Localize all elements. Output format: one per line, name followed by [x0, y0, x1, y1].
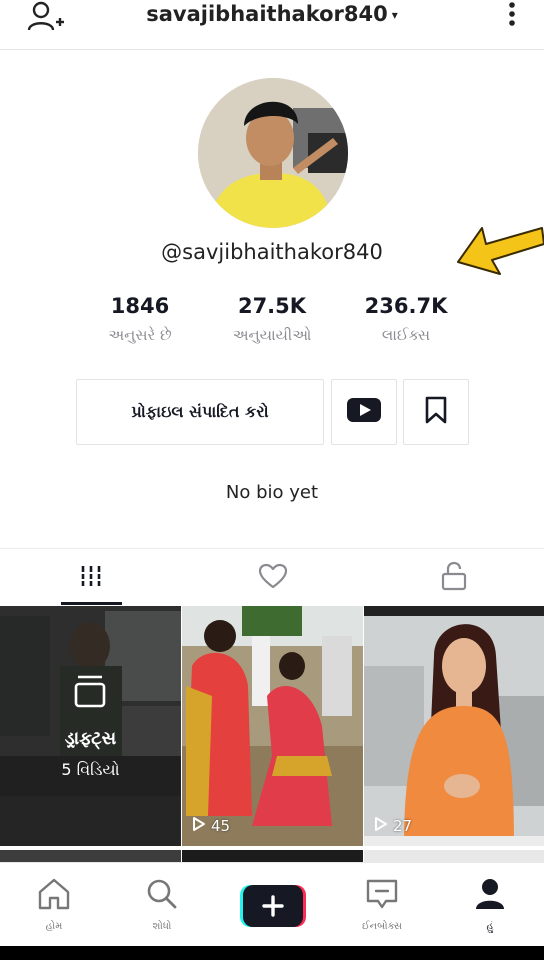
likes-count: 236.7K: [364, 294, 448, 318]
nav-search-label: શોધો: [152, 921, 172, 932]
username-text: savajibhaithakor840: [146, 2, 388, 26]
profile-tabs: [0, 549, 544, 606]
create-button[interactable]: [240, 885, 306, 927]
stat-following[interactable]: 1846 અનુસરે છે: [80, 294, 200, 344]
videos-grid-icon: [78, 564, 103, 592]
view-count-text: 45: [211, 817, 231, 835]
video-tile[interactable]: 45: [182, 606, 363, 846]
view-count-text: 27: [393, 817, 413, 835]
edit-profile-label: પ્રોફાઇલ સંપાદિત કરો: [131, 402, 269, 421]
following-count: 1846: [110, 294, 170, 318]
annotation-arrow-icon: [452, 222, 544, 286]
view-count: 45: [192, 816, 230, 836]
stat-followers[interactable]: 27.5K અનુયાયીઓ: [212, 294, 332, 344]
drafts-count: 5 વિડિયો: [61, 760, 120, 779]
bookmark-icon: [425, 396, 447, 428]
bio-text: No bio yet: [225, 482, 319, 503]
likes-label: લાઈક્સ: [381, 326, 431, 344]
nav-home-label: હોમ: [45, 921, 63, 932]
youtube-icon: [347, 398, 381, 426]
nav-search[interactable]: શોધો: [108, 863, 216, 947]
nav-home[interactable]: હોમ: [0, 863, 108, 947]
drafts-tile[interactable]: ડ્રાફ્ટ્સ 5 વિડિયો: [0, 606, 181, 846]
tab-videos[interactable]: [0, 549, 181, 606]
username-switcher[interactable]: savajibhaithakor840 ▾: [0, 2, 544, 26]
play-icon: [374, 816, 388, 836]
play-icon: [192, 816, 206, 836]
home-icon: [0, 877, 108, 911]
inbox-icon: [328, 877, 436, 911]
chevron-down-icon: ▾: [391, 8, 398, 22]
view-count: 27: [374, 816, 412, 836]
drafts-overlay: [0, 606, 181, 846]
tab-private[interactable]: [363, 549, 544, 606]
nav-me-label: હું: [486, 921, 494, 932]
heart-icon: [258, 563, 288, 593]
youtube-button[interactable]: [331, 379, 397, 445]
followers-label: અનુયાયીઓ: [232, 326, 312, 344]
followers-count: 27.5K: [237, 294, 307, 318]
profile-icon: [436, 877, 544, 911]
more-vertical-icon[interactable]: [504, 0, 520, 32]
search-icon: [108, 877, 216, 911]
tab-liked[interactable]: [182, 549, 363, 606]
nav-inbox-label: ઈનબોક્સ: [361, 921, 403, 932]
create-plus-icon: [240, 885, 306, 927]
stat-likes[interactable]: 236.7K લાઈક્સ: [346, 294, 466, 344]
following-label: અનુસરે છે: [108, 326, 172, 344]
lock-icon: [441, 561, 467, 595]
nav-me[interactable]: હું: [436, 863, 544, 947]
system-navigation-bar: [0, 946, 544, 960]
video-grid: ડ્રાફ્ટ્સ 5 વિડિયો 45 27: [0, 606, 544, 866]
drafts-icon: [72, 674, 108, 712]
avatar[interactable]: [198, 78, 348, 228]
drafts-title: ડ્રાફ્ટ્સ: [64, 728, 117, 749]
bottom-navigation: હોમ શોધો ઈનબોક્સ હું: [0, 862, 544, 946]
active-tab-indicator: [61, 602, 122, 605]
bookmark-button[interactable]: [403, 379, 469, 445]
nav-inbox[interactable]: ઈનબોક્સ: [328, 863, 436, 947]
edit-profile-button[interactable]: પ્રોફાઇલ સંપાદિત કરો: [76, 379, 324, 445]
top-bar: savajibhaithakor840 ▾: [0, 0, 544, 50]
video-tile[interactable]: 27: [364, 606, 544, 846]
